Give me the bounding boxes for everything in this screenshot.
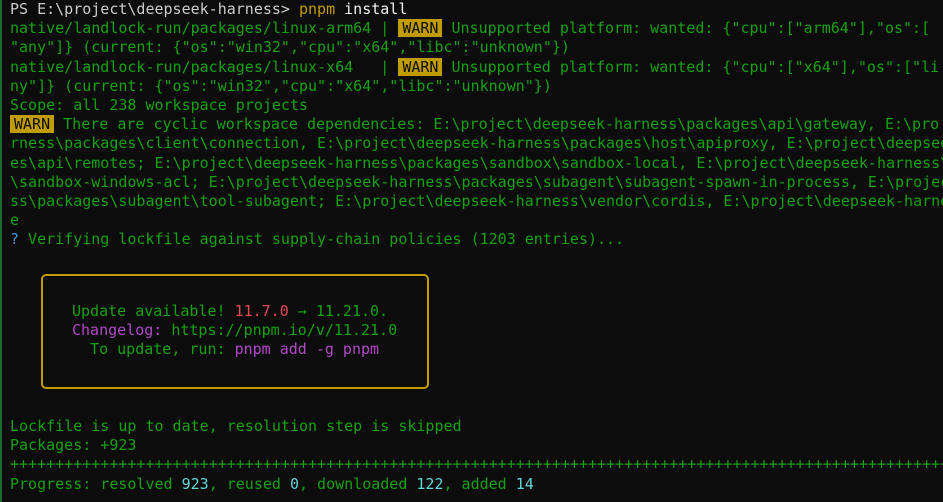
new-version: 11.21.0.: [315, 302, 389, 320]
warning-message: Unsupported platform: wanted: {"cpu":["x…: [442, 57, 940, 76]
update-command: pnpm add -g pnpm: [234, 340, 380, 359]
progress-label: Progress: resolved: [10, 474, 182, 493]
warning-separator: |: [353, 57, 399, 76]
arrow-icon: →: [288, 302, 316, 320]
question-mark-icon: ?: [10, 230, 20, 249]
prompt-command: pnpm: [299, 0, 336, 18]
cyclic-continuation: ss\packages\subagent\tool-subagent; E:\p…: [10, 191, 943, 210]
scope-line: Scope: all 238 workspace projects: [10, 95, 309, 114]
changelog-line: Changelog: https://pnpm.io/v/11.21.0: [72, 321, 397, 340]
update-notice-content: Update available! 11.7.0 → 11.21.0. Chan…: [72, 302, 397, 360]
terminal-window[interactable]: PS E:\project\deepseek-harness> pnpm ins…: [0, 0, 943, 502]
warning-line: native/landlock-run/packages/linux-x64 |…: [10, 57, 943, 77]
cyclic-continuation: rness\packages\client\connection, E:\pro…: [10, 134, 943, 153]
update-available-label: Update available!: [72, 302, 235, 320]
warning-message: Unsupported platform: wanted: {"cpu":["a…: [442, 19, 931, 38]
warning-package: native/landlock-run/packages/linux-arm64: [10, 19, 372, 38]
added-count: 14: [515, 474, 534, 493]
prompt-args: install: [335, 0, 408, 18]
verifying-line: ? Verifying lockfile against supply-chai…: [10, 230, 943, 249]
verifying-text: Verifying lockfile against supply-chain …: [19, 230, 625, 249]
update-available-line: Update available! 11.7.0 → 11.21.0.: [72, 302, 397, 321]
install-summary: Lockfile is up to date, resolution step …: [10, 417, 943, 494]
downloaded-count: 122: [416, 474, 444, 493]
packages-count: Packages: +923: [10, 436, 137, 455]
lockfile-status: Lockfile is up to date, resolution step …: [10, 417, 462, 435]
cyclic-warning-line: WARN There are cyclic workspace dependen…: [10, 115, 943, 134]
reused-label: , reused: [208, 474, 290, 493]
warning-package: native/landlock-run/packages/linux-x64: [10, 57, 354, 76]
warning-continuation: ny"]} (current: {"os":"win32","cpu":"x64…: [10, 76, 552, 95]
old-version: 11.7.0: [234, 302, 289, 320]
warn-badge: WARN: [398, 57, 443, 76]
cyclic-text: There are cyclic workspace dependencies:…: [54, 115, 940, 134]
changelog-link[interactable]: https://pnpm.io/v/11.21.0: [162, 321, 397, 339]
update-command-label: To update, run:: [72, 340, 235, 359]
changelog-label: Changelog:: [72, 321, 163, 340]
warning-separator: |: [371, 19, 399, 38]
warning-continuation: "any"]} (current: {"os":"win32","cpu":"x…: [10, 38, 570, 57]
active-indicator-bar: [0, 0, 2, 502]
warn-badge: WARN: [10, 115, 55, 134]
cyclic-continuation: \sandbox-windows-acl; E:\project\deepsee…: [10, 172, 943, 191]
downloaded-label: , downloaded: [299, 474, 417, 493]
progress-plus-bar: ++++++++++++++++++++++++++++++++++++++++…: [10, 455, 943, 474]
progress-line: Progress: resolved 923, reused 0, downlo…: [10, 475, 943, 494]
prompt-line: PS E:\project\deepseek-harness> pnpm ins…: [10, 0, 943, 19]
cyclic-continuation: es\api\remotes; E:\project\deepseek-harn…: [10, 153, 943, 172]
update-command-line: To update, run: pnpm add -g pnpm: [72, 340, 397, 359]
resolved-count: 923: [181, 474, 209, 493]
warning-line: native/landlock-run/packages/linux-arm64…: [10, 19, 943, 38]
warn-badge: WARN: [398, 19, 443, 38]
prompt-path: PS E:\project\deepseek-harness>: [10, 0, 290, 18]
added-label: , added: [443, 474, 516, 493]
cyclic-continuation: e: [10, 211, 20, 230]
reused-count: 0: [289, 474, 299, 493]
